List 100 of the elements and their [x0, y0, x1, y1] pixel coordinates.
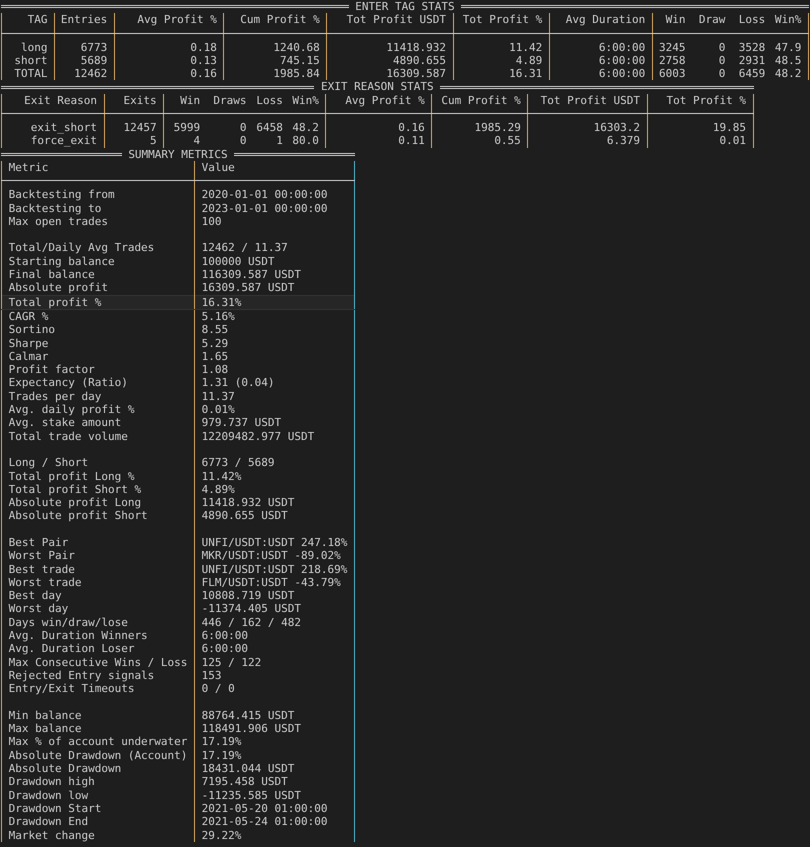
metric-label: Total profit Short %: [2, 482, 195, 496]
metric-value: 0.01%: [194, 403, 354, 416]
table-cell: 3528: [732, 33, 772, 54]
column-header: Win: [652, 13, 692, 34]
table-cell: 5689: [54, 54, 114, 68]
metric-value: 2021-05-24 01:00:00: [194, 815, 354, 829]
table-cell-text: 0: [238, 134, 248, 148]
metric-value: 10808.719 USDT: [194, 589, 354, 602]
column-header: Win%: [290, 94, 326, 114]
metric-value: 1.08: [194, 363, 354, 376]
metric-value: 29.22%: [194, 828, 354, 842]
column-header: Avg Profit %: [114, 13, 224, 34]
metric-value: UNFI/USDT:USDT 247.18%: [194, 536, 354, 550]
metric-value: 153: [194, 668, 354, 682]
metric-value: 88764.415 USDT: [194, 708, 354, 722]
metric-label: Days win/draw/lose: [2, 616, 195, 630]
column-header: Entries: [54, 13, 114, 34]
metric-value: 17.19%: [194, 748, 354, 762]
column-header: Win%: [772, 13, 808, 34]
metric-value: 5.16%: [194, 309, 354, 324]
column-header: Draws: [206, 94, 254, 114]
metric-value: FLM/USDT:USDT -43.79%: [194, 576, 354, 590]
metric-label: Drawdown End: [2, 815, 195, 829]
column-header: Tot Profit %: [453, 13, 550, 34]
table-cell: 0: [206, 114, 254, 134]
column-header: Metric: [2, 160, 195, 181]
metric-value: 11.42%: [194, 470, 354, 483]
metric-label: Avg. Duration Loser: [2, 642, 195, 656]
table-cell: 4890.655: [326, 54, 454, 68]
table-cell: 11418.932: [326, 33, 454, 54]
metric-label: Profit factor: [2, 363, 195, 376]
table-cell: 4: [164, 134, 207, 148]
table-cell: 0.16: [114, 67, 224, 80]
metric-label: Drawdown Start: [2, 802, 195, 816]
metric-value: 17.19%: [194, 735, 354, 749]
column-header: Tot Profit USDT: [326, 13, 454, 34]
column-header: Tot Profit %: [647, 94, 754, 114]
table-cell: 48.2: [772, 67, 808, 80]
metric-label: Worst day: [2, 602, 195, 616]
column-header: Cum Profit %: [432, 94, 528, 114]
table-cell-text: 1: [275, 134, 284, 148]
metric-label: Total/Daily Avg Trades: [2, 241, 195, 255]
table-cell: long: [2, 33, 55, 54]
metric-value: 100000 USDT: [194, 254, 354, 268]
metric-value: -11235.585 USDT: [194, 788, 354, 802]
metric-label: Drawdown low: [2, 788, 195, 802]
metric-label: Backtesting from: [2, 180, 195, 202]
metric-value: 2021-05-20 01:00:00: [194, 802, 354, 816]
metric-value: 125 / 122: [194, 656, 354, 669]
metric-label: Avg. stake amount: [2, 416, 195, 430]
table-cell: 12457: [104, 114, 164, 134]
table-cell: 1240.68: [224, 33, 327, 54]
metric-value: 4890.655 USDT: [194, 509, 354, 523]
table-cell-text: 0: [718, 54, 726, 68]
metric-label: Rejected Entry signals: [2, 668, 195, 682]
table-cell: 16303.2: [528, 114, 648, 134]
section-title: ENTER TAG STATS: [355, 0, 455, 14]
table-cell: 11.42: [453, 33, 550, 54]
table-cell-text: 6459: [738, 67, 766, 80]
table-cell: 5999: [164, 114, 207, 134]
metric-value: 16.31%: [194, 295, 354, 310]
metric-label: Max balance: [2, 722, 195, 736]
metric-value: 2023-01-01 00:00:00: [194, 202, 354, 215]
metric-label: Worst Pair: [2, 549, 195, 563]
metric-label: Drawdown high: [2, 775, 195, 789]
table-cell: 0.18: [114, 33, 224, 54]
table-cell: 48.5: [772, 54, 808, 68]
metric-label: Market change: [2, 828, 195, 842]
metric-value: MKR/USDT:USDT -89.02%: [194, 549, 354, 563]
metric-label: Best trade: [2, 562, 195, 576]
metric-label: Long / Short: [2, 456, 195, 470]
metric-value: 18431.044 USDT: [194, 762, 354, 776]
metric-label: Backtesting to: [2, 202, 195, 215]
metric-label: Entry/Exit Timeouts: [2, 682, 195, 696]
metric-value: 6:00:00: [194, 629, 354, 642]
metric-value: 2020-01-01 00:00:00: [194, 180, 354, 202]
metric-value: 1.31 (0.04): [194, 376, 354, 390]
table-cell: 0.16: [326, 114, 432, 134]
column-header: Draw: [692, 13, 732, 34]
metric-value: 8.55: [194, 323, 354, 337]
metric-label: Max open trades: [2, 214, 195, 228]
metric-value: 116309.587 USDT: [194, 268, 354, 282]
metric-value: 4.89%: [194, 482, 354, 496]
metric-label: Max % of account underwater: [2, 735, 195, 749]
metric-value: 11.37: [194, 390, 354, 404]
metric-label: Best Pair: [2, 536, 195, 550]
table-cell: 6773: [54, 33, 114, 54]
table-cell: 6:00:00: [549, 33, 652, 54]
column-header: Cum Profit %: [224, 13, 327, 34]
table-cell: 0.13: [114, 54, 224, 68]
metric-value: 12209482.977 USDT: [194, 430, 354, 443]
metric-label: Trades per day: [2, 390, 195, 404]
metric-value: 446 / 162 / 482: [194, 616, 354, 630]
table-cell-text: 0: [718, 67, 726, 80]
metric-label: Total profit %: [2, 295, 195, 310]
table-cell: short: [2, 54, 55, 68]
metric-label: Absolute Drawdown: [2, 762, 195, 776]
table-cell: 16309.587: [326, 67, 454, 80]
metric-label: Absolute profit Long: [2, 496, 195, 510]
metric-value: 11418.932 USDT: [194, 496, 354, 510]
